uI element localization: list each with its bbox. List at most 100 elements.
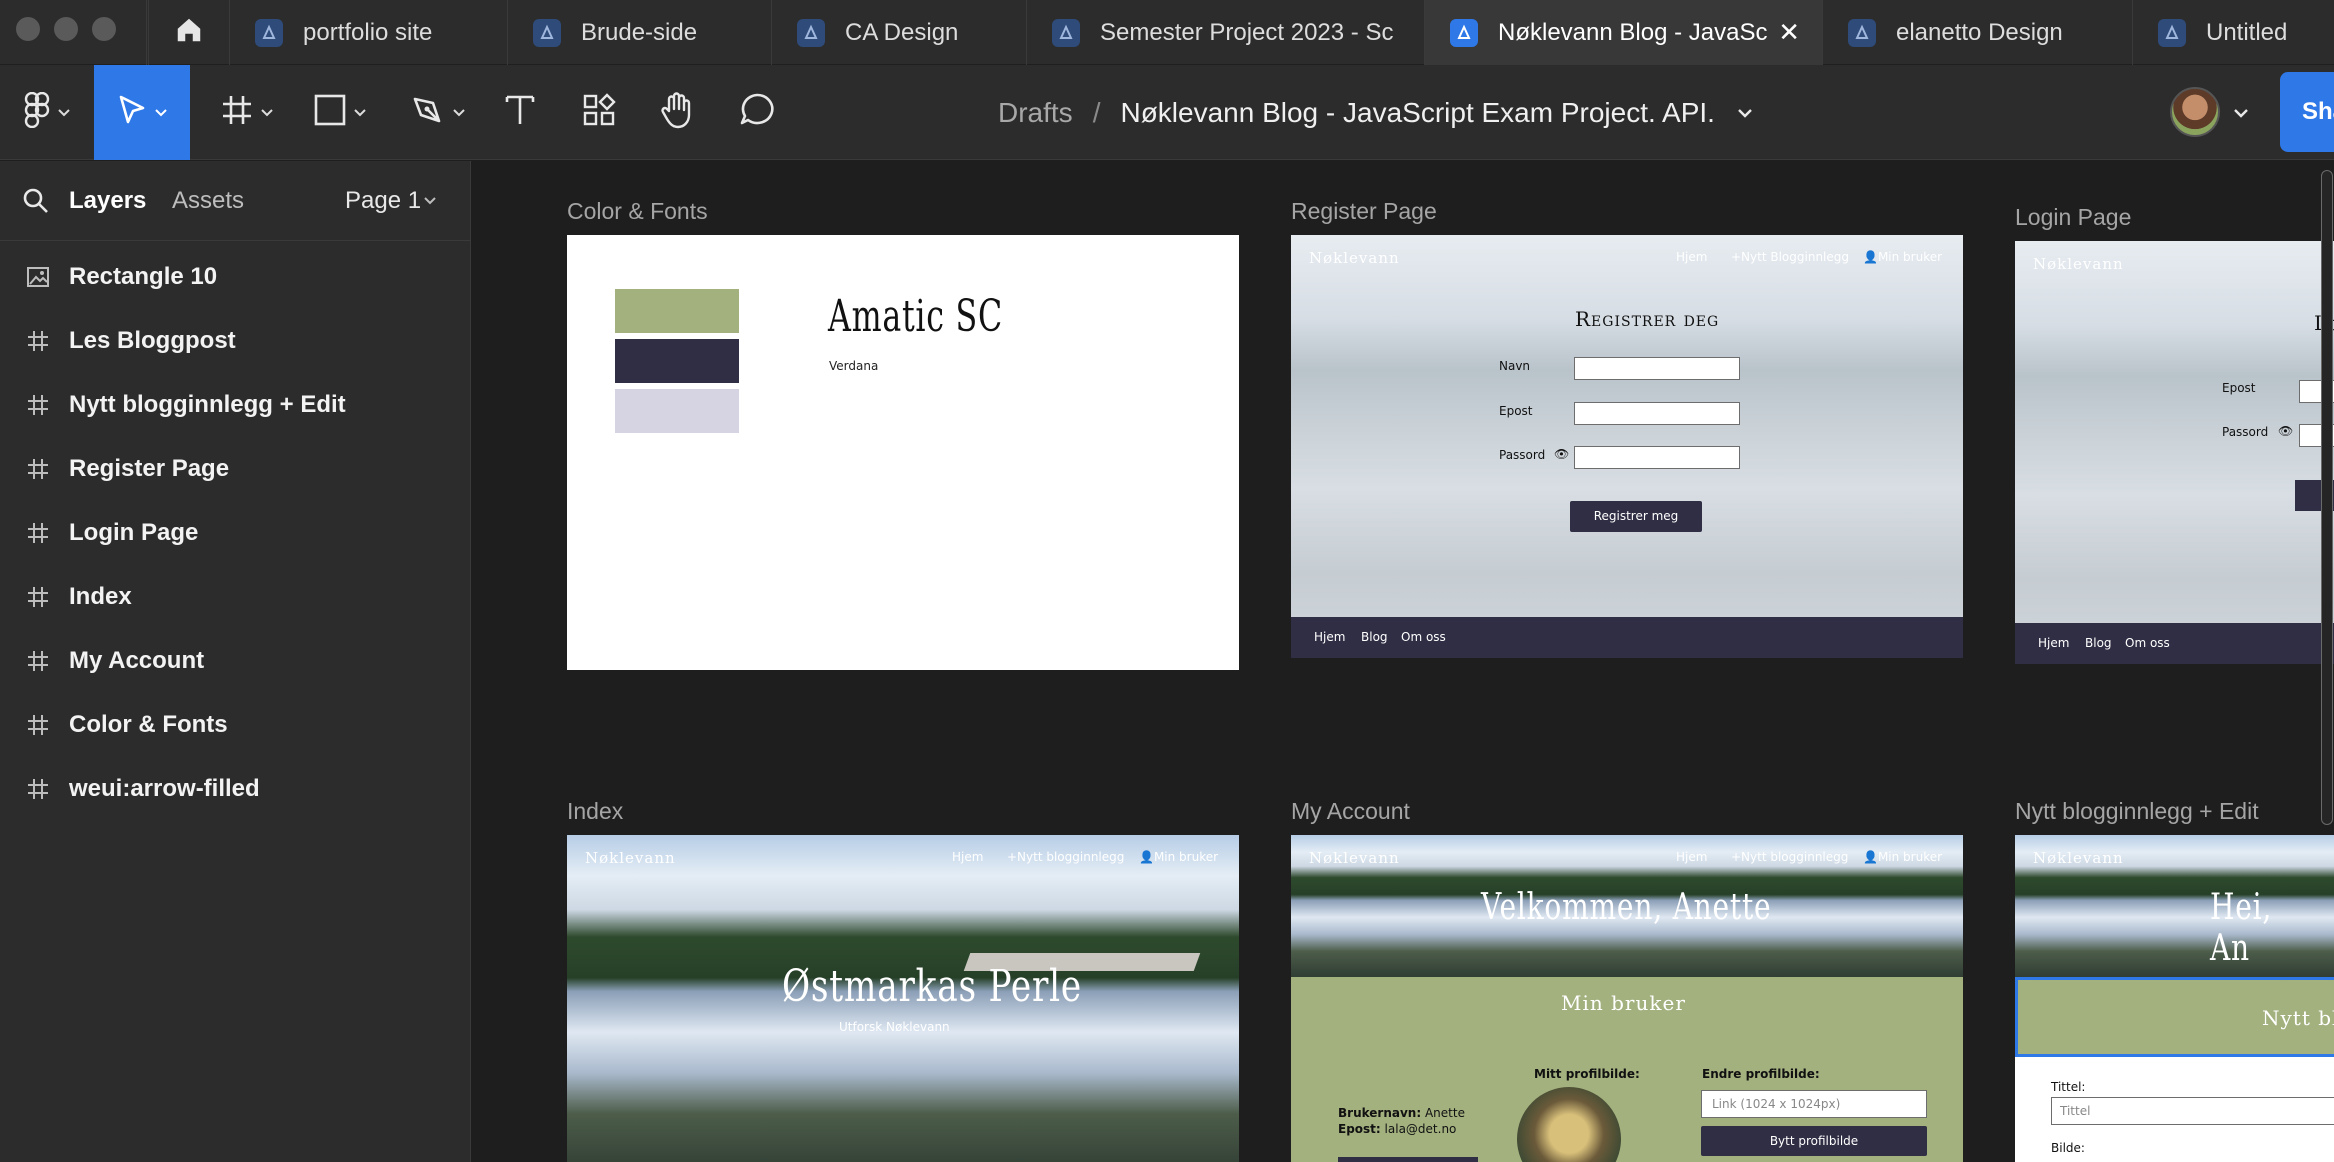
footer-about: Om oss: [1401, 630, 1446, 644]
layer-label: Color & Fonts: [69, 711, 228, 738]
share-button[interactable]: Sha: [2280, 72, 2334, 152]
frame-color-fonts[interactable]: Amatic SC Verdana: [567, 235, 1239, 670]
name-field[interactable]: [1574, 357, 1740, 380]
window-maximize-dot[interactable]: [92, 17, 116, 41]
layer-label: Les Bloggpost: [69, 327, 236, 354]
layer-label: Rectangle 10: [69, 263, 218, 290]
shape-tool-button[interactable]: [306, 65, 374, 160]
layer-label: Index: [69, 583, 132, 610]
file-tab-semester-project[interactable]: Semester Project 2023 - Sc: [1027, 0, 1425, 65]
frame-tool-button[interactable]: [208, 65, 286, 160]
text-tool-button[interactable]: [496, 65, 544, 160]
username-label: Brukernavn:: [1338, 1106, 1422, 1120]
layer-label: My Account: [69, 647, 205, 674]
vertical-scrollbar[interactable]: [2321, 170, 2333, 825]
file-tab-ca-design[interactable]: CA Design: [772, 0, 1027, 65]
footer-blog: Blog: [2085, 636, 2112, 650]
label-email: Epost: [2222, 381, 2256, 395]
figma-file-icon: [533, 18, 561, 47]
tab-title: Nøklevann Blog - JavaSc: [1498, 18, 1768, 46]
frame-label-new-post[interactable]: Nytt blogginnlegg + Edit: [2015, 798, 2259, 825]
page-selector[interactable]: Page 1: [345, 161, 421, 241]
layer-item-les-bloggpost[interactable]: Les Bloggpost: [0, 309, 471, 373]
register-button[interactable]: Registrer meg: [1570, 501, 1702, 532]
new-post-banner[interactable]: Nytt blogg: [2015, 977, 2334, 1057]
label-name: Navn: [1499, 359, 1531, 373]
eye-icon[interactable]: 👁: [2278, 424, 2293, 438]
layer-item-rectangle-10[interactable]: Rectangle 10: [0, 245, 471, 309]
file-tab-portfolio[interactable]: portfolio site: [230, 0, 508, 65]
layer-item-nytt-blogginnlegg[interactable]: Nytt blogginnlegg + Edit: [0, 373, 471, 437]
greeting-heading: Hei, An: [2210, 887, 2273, 969]
chevron-down-icon: [261, 108, 273, 116]
title-input[interactable]: Tittel: [2051, 1097, 2334, 1125]
change-profile-pic-button[interactable]: Bytt profilbilde: [1701, 1126, 1927, 1156]
chevron-down-icon[interactable]: [2233, 108, 2249, 118]
profile-pic-label: Mitt profilbilde:: [1534, 1067, 1640, 1081]
move-tool-button[interactable]: [94, 65, 190, 160]
window-minimize-dot[interactable]: [54, 17, 78, 41]
layer-item-color-fonts[interactable]: Color & Fonts: [0, 693, 471, 757]
layer-item-index[interactable]: Index: [0, 565, 471, 629]
share-clip: Sha: [2280, 65, 2334, 160]
frame-my-account[interactable]: Nøklevann Hjem +Nytt blogginnlegg 👤Min b…: [1291, 835, 1963, 1162]
home-tab[interactable]: [148, 0, 230, 65]
file-tab-brude[interactable]: Brude-side: [508, 0, 772, 65]
hand-icon: [660, 91, 694, 134]
tab-layers[interactable]: Layers: [69, 161, 146, 241]
tab-title: portfolio site: [303, 18, 433, 46]
close-icon[interactable]: ✕: [1778, 18, 1800, 46]
layer-item-login-page[interactable]: Login Page: [0, 501, 471, 565]
frame-label-index[interactable]: Index: [567, 798, 623, 825]
profile-link-input[interactable]: Link (1024 x 1024px): [1701, 1090, 1927, 1118]
comment-tool-button[interactable]: [734, 65, 780, 160]
breadcrumb-drafts[interactable]: Drafts: [998, 97, 1073, 129]
avatar[interactable]: [2170, 87, 2220, 137]
account-section: Min bruker Mitt profilbilde: Endre profi…: [1291, 977, 1963, 1162]
footer-home: Hjem: [2038, 636, 2070, 650]
pen-tool-button[interactable]: [404, 65, 472, 160]
font-sample-heading: Amatic SC: [828, 291, 1003, 342]
username-value: Anette: [1424, 1106, 1465, 1120]
resources-button[interactable]: [576, 65, 622, 160]
file-tab-elanetto[interactable]: elanetto Design: [1823, 0, 2133, 65]
figma-file-icon: [1450, 18, 1478, 47]
account-action-button[interactable]: [1338, 1157, 1478, 1162]
frame-label-login[interactable]: Login Page: [2015, 204, 2131, 231]
frame-new-post[interactable]: Nøklevann Hei, An Nytt blogg Tittel: Tit…: [2015, 835, 2334, 1162]
color-swatch-lavender: [615, 389, 739, 433]
password-field[interactable]: [1574, 446, 1740, 469]
file-tab-untitled[interactable]: Untitled: [2133, 0, 2334, 65]
chevron-down-icon[interactable]: [424, 197, 436, 205]
layers-panel-header: Layers Assets Page 1: [0, 161, 471, 241]
layer-item-my-account[interactable]: My Account: [0, 629, 471, 693]
file-name[interactable]: Nøklevann Blog - JavaScript Exam Project…: [1120, 97, 1714, 129]
layer-item-register-page[interactable]: Register Page: [0, 437, 471, 501]
rectangle-icon: [314, 94, 346, 131]
file-tab-noklevann-blog[interactable]: Nøklevann Blog - JavaSc ✕: [1425, 0, 1823, 65]
frame-label-register[interactable]: Register Page: [1291, 198, 1437, 225]
nav-new-post: +Nytt blogginnlegg: [1731, 850, 1849, 864]
frame-login-page[interactable]: Nøklevann Lo Epost Passord 👁 Hjem Blog O…: [2015, 241, 2334, 664]
window-close-dot[interactable]: [16, 17, 40, 41]
frame-index[interactable]: Nøklevann Hjem +Nytt blogginnlegg 👤Min b…: [567, 835, 1239, 1162]
breadcrumb: Drafts / Nøklevann Blog - JavaScript Exa…: [998, 65, 1753, 160]
frame-label-my-account[interactable]: My Account: [1291, 798, 1410, 825]
pen-icon: [411, 93, 445, 132]
search-icon[interactable]: [22, 187, 50, 220]
hand-tool-button[interactable]: [654, 65, 700, 160]
breadcrumb-separator: /: [1092, 96, 1101, 128]
frame-icon: [25, 712, 51, 738]
new-post-title: Nytt blogg: [2262, 1006, 2334, 1030]
color-swatch-sage: [615, 289, 739, 333]
frame-label-color-fonts[interactable]: Color & Fonts: [567, 198, 708, 225]
email-field[interactable]: [1574, 402, 1740, 425]
tab-assets[interactable]: Assets: [172, 161, 244, 241]
main-menu-button[interactable]: [12, 65, 82, 160]
eye-icon[interactable]: 👁: [1554, 447, 1569, 461]
canvas[interactable]: Color & Fonts Amatic SC Verdana Register…: [472, 161, 2334, 1162]
frame-register-page[interactable]: Nøklevann Hjem +Nytt Blogginnlegg 👤Min b…: [1291, 235, 1963, 658]
chevron-down-icon[interactable]: [1737, 108, 1753, 118]
layer-item-weui-arrow-filled[interactable]: weui:arrow-filled: [0, 757, 471, 821]
site-logo: Nøklevann: [585, 849, 676, 867]
